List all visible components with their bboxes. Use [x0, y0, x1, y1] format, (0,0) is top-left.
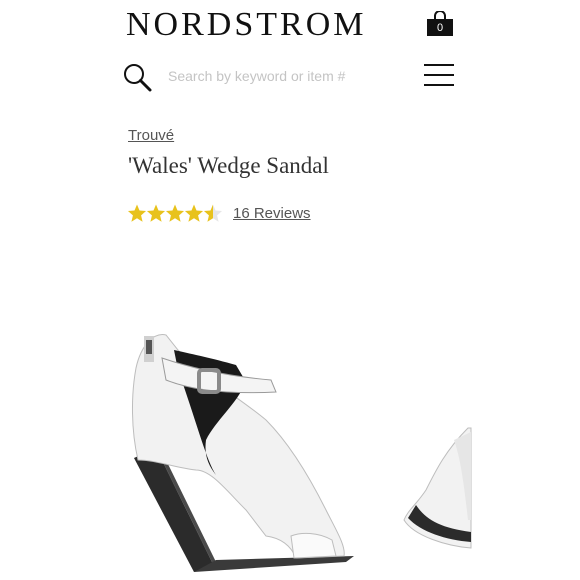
star-rating — [127, 204, 223, 222]
search-icon[interactable] — [122, 62, 154, 94]
search-input[interactable] — [160, 64, 408, 88]
reviews-link[interactable]: 16 Reviews — [233, 205, 311, 222]
sandal-illustration — [132, 334, 354, 572]
shopping-bag-button[interactable]: 0 — [426, 11, 454, 37]
star-icon — [203, 204, 223, 222]
site-header: NORDSTROM 0 — [0, 0, 580, 105]
star-icon — [127, 204, 147, 222]
cart-count-badge: 0 — [436, 22, 444, 34]
nordstrom-logo[interactable]: NORDSTROM — [126, 6, 363, 44]
star-icon — [184, 204, 204, 222]
menu-icon[interactable] — [424, 63, 454, 87]
star-icon — [146, 204, 166, 222]
brand-link[interactable]: Trouvé — [128, 127, 174, 144]
product-title: 'Wales' Wedge Sandal — [128, 153, 329, 178]
second-sandal-illustration — [403, 427, 472, 549]
product-image[interactable] — [96, 310, 486, 580]
star-icon — [165, 204, 185, 222]
